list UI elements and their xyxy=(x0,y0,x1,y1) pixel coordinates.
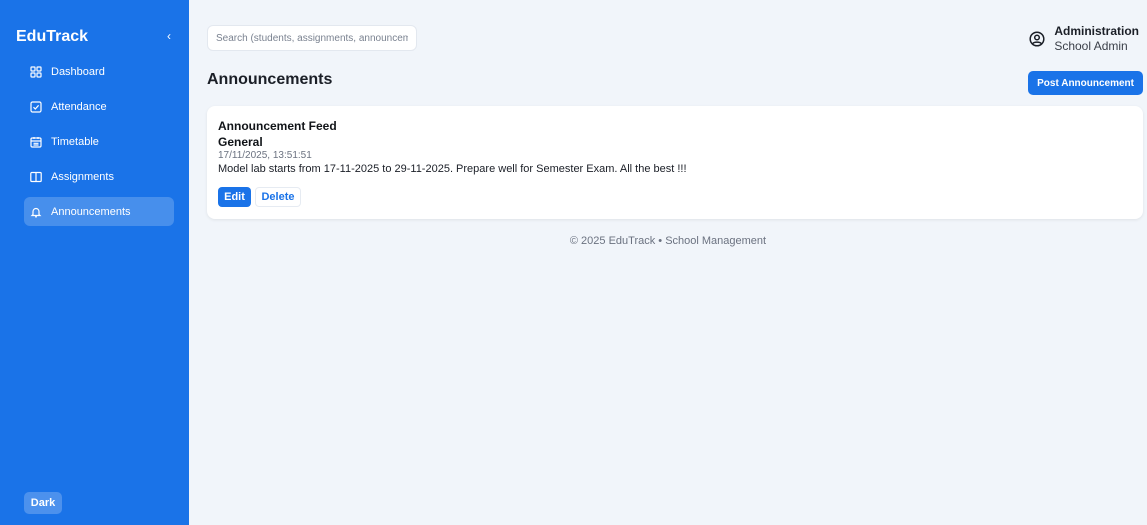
page-title: Announcements xyxy=(207,71,333,88)
sidebar-item-attendance[interactable]: Attendance xyxy=(24,92,174,121)
user-name: Administration xyxy=(1054,24,1139,38)
theme-toggle-button[interactable]: Dark xyxy=(24,492,62,514)
book-icon xyxy=(30,171,42,183)
announcement-body: Model lab starts from 17-11-2025 to 29-1… xyxy=(218,163,687,175)
sidebar-item-label: Dashboard xyxy=(51,65,105,78)
sidebar-item-assignments[interactable]: Assignments xyxy=(24,162,174,191)
announcement-feed-card: Announcement Feed General 17/11/2025, 13… xyxy=(207,106,1143,219)
user-role: School Admin xyxy=(1054,39,1128,53)
user-circle-icon xyxy=(1029,31,1045,47)
sidebar-item-label: Assignments xyxy=(51,170,114,183)
checkbox-icon xyxy=(30,100,42,113)
collapse-sidebar-icon[interactable]: ‹ xyxy=(163,29,175,43)
feed-title: Announcement Feed xyxy=(218,119,337,133)
sidebar-nav: Dashboard Attendance Timetable Assignmen… xyxy=(24,57,174,232)
sidebar-item-label: Announcements xyxy=(51,205,131,218)
user-menu[interactable]: Administration School Admin xyxy=(1029,24,1139,54)
sidebar-item-label: Timetable xyxy=(51,135,99,148)
delete-button[interactable]: Delete xyxy=(255,187,301,207)
post-announcement-button[interactable]: Post Announcement xyxy=(1028,71,1143,95)
brand-logo[interactable]: EduTrack xyxy=(16,28,88,46)
bell-icon xyxy=(30,206,42,218)
footer-text: © 2025 EduTrack • School Management xyxy=(569,235,767,247)
announcement-timestamp: 17/11/2025, 13:51:51 xyxy=(218,150,312,161)
sidebar-item-label: Attendance xyxy=(51,100,107,113)
app-shell: EduTrack ‹ Dashboard Attendance Timetabl… xyxy=(0,0,1147,525)
search-input[interactable] xyxy=(207,25,417,51)
grid-icon xyxy=(30,65,42,78)
edit-button[interactable]: Edit xyxy=(218,187,251,207)
main-content: Administration School Admin Announcement… xyxy=(189,0,1147,525)
sidebar: EduTrack ‹ Dashboard Attendance Timetabl… xyxy=(0,0,189,525)
announcement-category: General xyxy=(218,135,263,149)
sidebar-item-dashboard[interactable]: Dashboard xyxy=(24,57,174,86)
user-info: Administration School Admin xyxy=(1054,24,1139,54)
sidebar-item-timetable[interactable]: Timetable xyxy=(24,127,174,156)
calendar-icon xyxy=(30,136,42,148)
sidebar-item-announcements[interactable]: Announcements xyxy=(24,197,174,226)
